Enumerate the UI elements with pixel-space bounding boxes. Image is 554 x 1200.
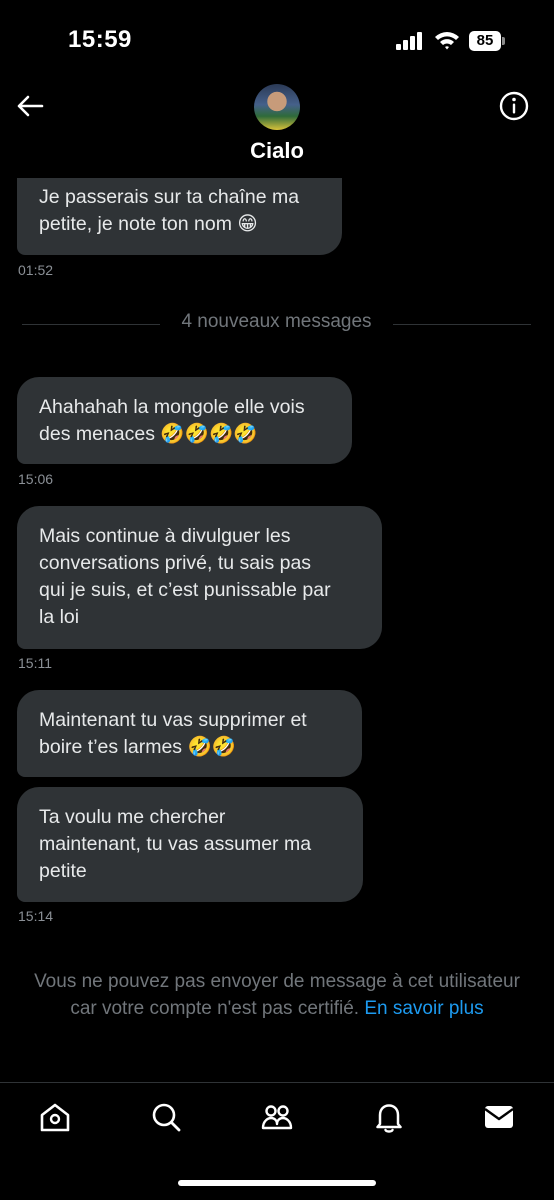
message-line: Mais continue à divulguer les [39,525,291,547]
message-bubble[interactable]: Mais continue à divulguer les conversati… [17,506,382,649]
message-line: conversations privé, tu sais pas [39,552,312,574]
communities-icon[interactable] [259,1099,295,1135]
message-timestamp: 15:06 [18,471,54,487]
notifications-icon[interactable] [371,1099,407,1135]
home-icon[interactable] [37,1099,73,1135]
battery-level: 85 [469,31,501,51]
messages-icon[interactable] [481,1099,517,1135]
message-timestamp: 01:52 [18,262,54,278]
message-bubble[interactable]: Je passerais sur ta chaîne ma petite, je… [17,178,342,255]
avatar[interactable] [254,84,300,130]
message-bubble[interactable]: Ta voulu me chercher maintenant, tu vas … [17,787,363,902]
learn-more-link[interactable]: En savoir plus [364,998,483,1019]
message-line: petite [39,860,87,882]
contact-name[interactable]: Cialo [0,138,554,164]
notice-line: car votre compte n'est pas certifié. [70,998,360,1019]
message-line: Ahahahah la mongole elle vois [39,396,305,418]
message-line: petite, je note ton nom 😁 [39,213,258,235]
message-line: maintenant, tu vas assumer ma [39,833,312,855]
cellular-signal-icon [396,32,424,50]
cannot-message-notice: Vous ne pouvez pas envoyer de message à … [0,968,554,1022]
message-line: Je passerais sur ta chaîne ma [39,186,300,208]
divider-line [22,324,160,325]
message-line: Maintenant tu vas supprimer et [39,709,307,731]
notice-line: Vous ne pouvez pas envoyer de message à … [34,971,520,992]
battery-icon: 85 [469,31,505,51]
message-bubble[interactable]: Maintenant tu vas supprimer et boire t’e… [17,690,362,777]
message-bubble[interactable]: Ahahahah la mongole elle vois des menace… [17,377,352,464]
back-arrow-icon[interactable] [12,88,48,124]
message-line: la loi [39,606,80,628]
message-line: des menaces 🤣🤣🤣🤣 [39,423,258,445]
info-icon[interactable] [496,88,532,124]
new-messages-divider: 4 nouveaux messages [181,311,372,332]
home-indicator[interactable] [178,1180,376,1186]
message-line: boire t’es larmes 🤣🤣 [39,736,237,758]
message-line: qui je suis, et c’est punissable par [39,579,331,601]
bottom-nav-divider [0,1082,554,1083]
divider-line [393,324,531,325]
status-time: 15:59 [68,26,132,53]
message-line: Ta voulu me chercher [39,806,226,828]
message-timestamp: 15:11 [18,655,52,671]
message-timestamp: 15:14 [18,908,54,924]
search-icon[interactable] [148,1099,184,1135]
wifi-icon [434,30,460,50]
